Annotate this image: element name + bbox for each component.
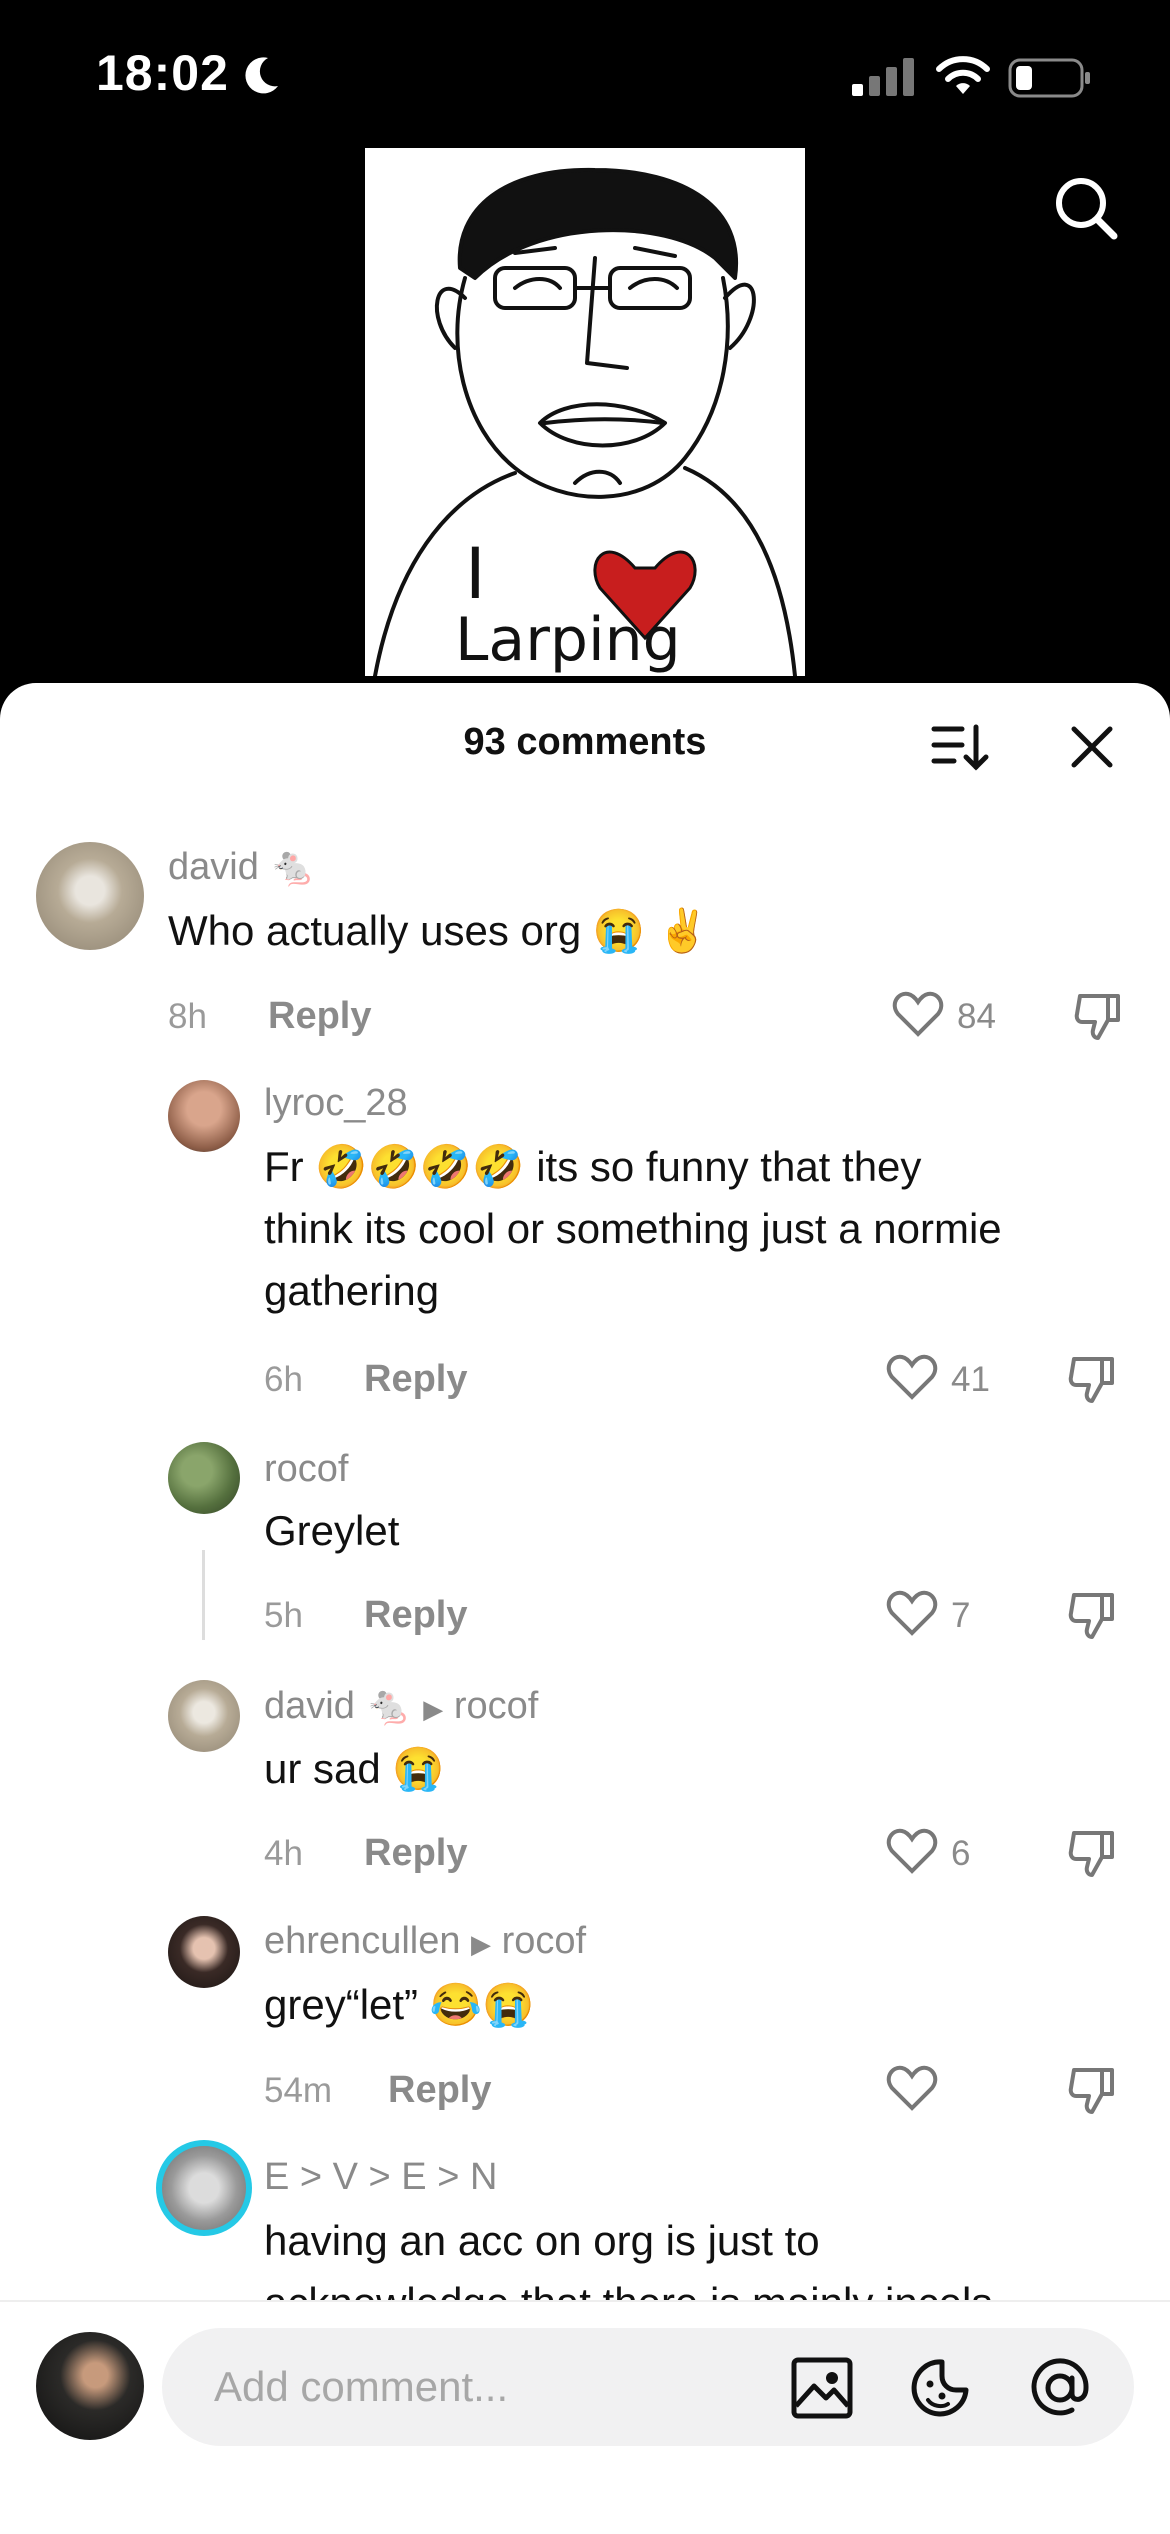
signal-icon (852, 58, 914, 96)
comment-emojis: 😭 (392, 1745, 445, 1792)
heart-icon[interactable] (886, 1827, 938, 1875)
comment-emojis: 😂😭 (429, 1981, 535, 2028)
battery-icon (1008, 58, 1090, 98)
heart-icon[interactable] (886, 1589, 938, 1637)
rat-icon: 🐁 (365, 1685, 413, 1727)
comment-line-3: gathering (264, 1267, 440, 1314)
avatar[interactable] (168, 1442, 240, 1514)
rat-icon: 🐁 (269, 846, 317, 888)
comment-text: Greylet (264, 1507, 400, 1554)
reply-button[interactable]: Reply (364, 1358, 467, 1401)
dislike-icon[interactable] (1066, 1353, 1118, 1405)
heart-icon[interactable] (886, 1353, 938, 1401)
comment-username[interactable]: rocof (264, 1448, 348, 1491)
reply-button[interactable]: Reply (388, 2069, 491, 2112)
comment-time: 4h (264, 1834, 303, 1873)
video-thumbnail-drawing: I Larping (365, 148, 805, 678)
reply-button[interactable]: Reply (364, 1832, 467, 1875)
comment-time: 54m (264, 2071, 333, 2110)
comment-line-1: having an acc on org is just to (264, 2217, 820, 2264)
comment-text-rest: its so funny that they (536, 1143, 922, 1190)
comment-emojis: 🤣🤣🤣🤣 (315, 1143, 525, 1190)
comment-text-lead: Fr (264, 1143, 304, 1190)
drawing-text-i: I (465, 533, 486, 615)
comment-username[interactable]: E > V > E > N (264, 2156, 497, 2199)
comment-text-main: Who actually uses org (168, 907, 582, 954)
comment-time: 6h (264, 1360, 303, 1399)
like-count: 6 (951, 1834, 971, 1873)
username-text: david (264, 1685, 355, 1727)
comment-text: Fr 🤣🤣🤣🤣 its so funny that they think its… (264, 1136, 1124, 1322)
drawing-text-larping: Larping (455, 605, 681, 675)
wifi-icon (936, 56, 990, 94)
comment-text-main: grey“let” (264, 1981, 419, 2028)
reply-arrow-icon: ▶ (423, 1694, 444, 1724)
close-icon[interactable] (1068, 723, 1116, 771)
reply-button[interactable]: Reply (364, 1594, 467, 1637)
image-icon[interactable] (790, 2356, 854, 2420)
comment-text: having an acc on org is just to acknowle… (264, 2210, 1144, 2300)
face-sketch: I Larping (373, 167, 797, 678)
status-bar: 18:02 (0, 0, 1170, 150)
sort-icon[interactable] (930, 721, 990, 773)
comment-text-main: ur sad (264, 1745, 381, 1792)
comment-line-1: Fr 🤣🤣🤣🤣 its so funny that they (264, 1136, 1124, 1198)
comment-line-2: acknowledge that there is mainly incels (264, 2272, 1144, 2300)
username-text: david (168, 846, 259, 888)
comment-username[interactable]: david 🐁 (168, 845, 317, 889)
username-text: ehrencullen (264, 1920, 461, 1962)
reply-arrow-icon: ▶ (471, 1929, 492, 1959)
reply-button[interactable]: Reply (268, 995, 371, 1038)
comment-input-bar (0, 2300, 1170, 2534)
avatar[interactable] (168, 1680, 240, 1752)
comments-count-title: 93 comments (463, 721, 707, 763)
dislike-icon[interactable] (1066, 1589, 1118, 1641)
comment-time: 5h (264, 1596, 303, 1635)
mention-icon[interactable] (1028, 2356, 1092, 2420)
comment-emojis: 😭 ✌️ (592, 907, 710, 954)
status-time: 18:02 (96, 45, 229, 101)
comment-line-2: think its cool or something just a normi… (264, 1205, 1002, 1252)
thread-line (202, 1550, 205, 1640)
dislike-icon[interactable] (1066, 2064, 1118, 2116)
search-icon[interactable] (1050, 172, 1122, 244)
comment-text: Who actually uses org 😭 ✌️ (168, 900, 709, 962)
comment-time: 8h (168, 997, 207, 1036)
like-count: 84 (957, 997, 996, 1036)
avatar[interactable] (36, 842, 144, 950)
like-count: 41 (951, 1360, 990, 1399)
like-count: 7 (951, 1596, 971, 1635)
sheet-header: 93 comments (0, 683, 1170, 803)
dislike-icon[interactable] (1066, 1827, 1118, 1879)
moon-icon (245, 57, 278, 94)
comment-username[interactable]: david 🐁 ▶ rocof (264, 1684, 538, 1728)
my-avatar[interactable] (36, 2332, 144, 2440)
reply-to-username[interactable]: rocof (454, 1685, 538, 1727)
comment-username[interactable]: ehrencullen ▶ rocof (264, 1920, 586, 1963)
reply-to-username[interactable]: rocof (502, 1920, 586, 1962)
emoji-icon[interactable] (908, 2356, 972, 2420)
avatar[interactable] (156, 2140, 252, 2236)
add-comment-input[interactable] (162, 2328, 1134, 2446)
dislike-icon[interactable] (1072, 990, 1124, 1042)
comment-username[interactable]: lyroc_28 (264, 1082, 408, 1125)
avatar[interactable] (168, 1080, 240, 1152)
comment-text: grey“let” 😂😭 (264, 1974, 534, 2036)
heart-icon[interactable] (886, 2064, 938, 2112)
heart-icon[interactable] (892, 990, 944, 1038)
avatar[interactable] (168, 1916, 240, 1988)
comment-text: ur sad 😭 (264, 1738, 445, 1800)
